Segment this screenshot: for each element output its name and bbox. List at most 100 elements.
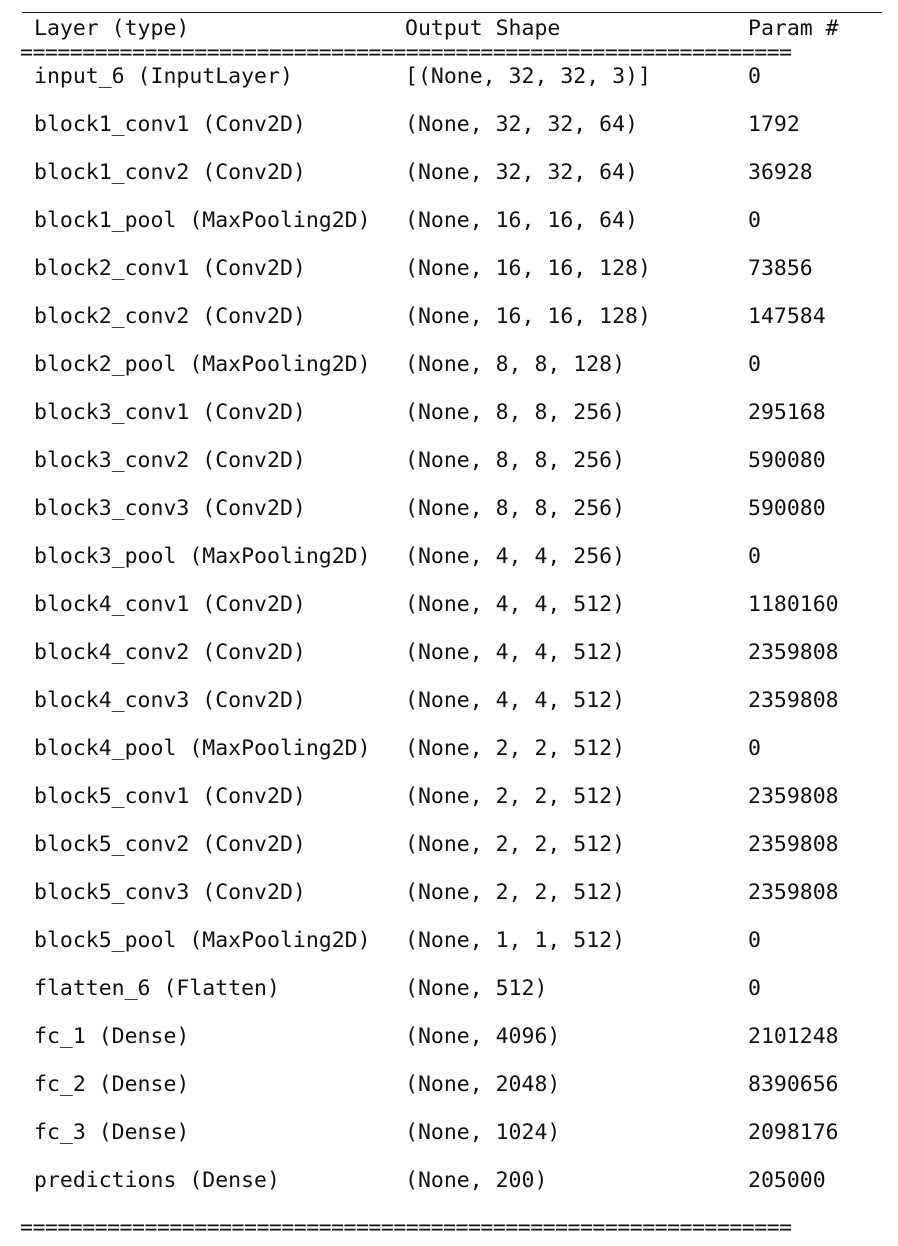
layer-table-body: input_6 (InputLayer) [(None, 32, 32, 3)] 0… [0,62,898,1214]
layer-param-count: 0 [748,736,761,761]
layer-name: block3_conv2 (Conv2D) [34,448,306,473]
header-layer-type: Layer (type) [34,16,190,41]
layer-name: block3_pool (MaxPooling2D) [34,544,371,569]
layer-param-count: 590080 [748,496,826,521]
layer-output-shape: (None, 4096) [405,1024,561,1049]
table-row: block4_pool (MaxPooling2D) (None, 2, 2, 5… [0,734,898,782]
layer-output-shape: (None, 4, 4, 512) [405,640,626,665]
layer-name: predictions (Dense) [34,1168,280,1193]
layer-param-count: 2098176 [748,1120,839,1145]
layer-name: block2_conv1 (Conv2D) [34,256,306,281]
layer-name: block2_pool (MaxPooling2D) [34,352,371,377]
table-row: block1_conv1 (Conv2D) (None, 32, 32, 64) 1… [0,110,898,158]
layer-name: block3_conv1 (Conv2D) [34,400,306,425]
layer-output-shape: (None, 8, 8, 256) [405,448,626,473]
table-row: block5_conv1 (Conv2D) (None, 2, 2, 512) 23… [0,782,898,830]
table-row: block1_conv2 (Conv2D) (None, 32, 32, 64) 3… [0,158,898,206]
layer-param-count: 147584 [748,304,826,329]
table-row: block2_conv1 (Conv2D) (None, 16, 16, 128)… [0,254,898,302]
layer-output-shape: (None, 32, 32, 64) [405,112,638,137]
layer-output-shape: (None, 200) [405,1168,548,1193]
layer-name: block1_pool (MaxPooling2D) [34,208,371,233]
table-row: block2_pool (MaxPooling2D) (None, 8, 8, 1… [0,350,898,398]
layer-name: input_6 (InputLayer) [34,64,293,89]
layer-param-count: 0 [748,208,761,233]
layer-param-count: 295168 [748,400,826,425]
layer-param-count: 73856 [748,256,813,281]
layer-name: block4_conv1 (Conv2D) [34,592,306,617]
top-rule [22,12,882,13]
layer-output-shape: (None, 512) [405,976,548,1001]
layer-param-count: 205000 [748,1168,826,1193]
layer-param-count: 2101248 [748,1024,839,1049]
header-separator: ========================================… [20,42,792,64]
header-param-count: Param # [748,16,839,41]
layer-output-shape: (None, 1, 1, 512) [405,928,626,953]
layer-output-shape: (None, 16, 16, 64) [405,208,638,233]
layer-output-shape: (None, 2, 2, 512) [405,736,626,761]
layer-output-shape: (None, 4, 4, 512) [405,592,626,617]
table-row: fc_1 (Dense) (None, 4096) 2101248 [0,1022,898,1070]
layer-param-count: 1180160 [748,592,839,617]
footer-separator: ========================================… [20,1217,792,1239]
layer-name: block5_conv3 (Conv2D) [34,880,306,905]
layer-output-shape: (None, 2048) [405,1072,561,1097]
layer-param-count: 2359808 [748,784,839,809]
layer-param-count: 0 [748,928,761,953]
table-row: block4_conv2 (Conv2D) (None, 4, 4, 512) 23… [0,638,898,686]
layer-output-shape: (None, 2, 2, 512) [405,784,626,809]
layer-output-shape: (None, 8, 8, 128) [405,352,626,377]
table-row: block5_pool (MaxPooling2D) (None, 1, 1, 5… [0,926,898,974]
layer-output-shape: (None, 2, 2, 512) [405,832,626,857]
table-row: block3_conv2 (Conv2D) (None, 8, 8, 256) 59… [0,446,898,494]
table-row: block3_conv3 (Conv2D) (None, 8, 8, 256) 59… [0,494,898,542]
table-row: block5_conv2 (Conv2D) (None, 2, 2, 512) 23… [0,830,898,878]
layer-output-shape: (None, 16, 16, 128) [405,304,651,329]
table-row: block1_pool (MaxPooling2D) (None, 16, 16,… [0,206,898,254]
layer-output-shape: (None, 8, 8, 256) [405,496,626,521]
table-row: block4_conv1 (Conv2D) (None, 4, 4, 512) 11… [0,590,898,638]
table-row: block4_conv3 (Conv2D) (None, 4, 4, 512) 23… [0,686,898,734]
layer-output-shape: (None, 16, 16, 128) [405,256,651,281]
header-output-shape: Output Shape [405,16,561,41]
layer-name: flatten_6 (Flatten) [34,976,280,1001]
table-header: Layer (type) Output Shape Param # [0,16,898,42]
layer-param-count: 590080 [748,448,826,473]
layer-param-count: 36928 [748,160,813,185]
layer-name: block4_conv3 (Conv2D) [34,688,306,713]
layer-output-shape: [(None, 32, 32, 3)] [405,64,651,89]
layer-name: block5_pool (MaxPooling2D) [34,928,371,953]
layer-param-count: 2359808 [748,688,839,713]
layer-name: block1_conv2 (Conv2D) [34,160,306,185]
layer-param-count: 2359808 [748,832,839,857]
layer-name: block2_conv2 (Conv2D) [34,304,306,329]
layer-name: fc_2 (Dense) [34,1072,190,1097]
layer-param-count: 0 [748,976,761,1001]
layer-output-shape: (None, 1024) [405,1120,561,1145]
layer-param-count: 2359808 [748,880,839,905]
table-row: flatten_6 (Flatten) (None, 512) 0 [0,974,898,1022]
layer-param-count: 1792 [748,112,800,137]
table-row: fc_3 (Dense) (None, 1024) 2098176 [0,1118,898,1166]
layer-param-count: 0 [748,64,761,89]
table-row: block3_conv1 (Conv2D) (None, 8, 8, 256) 29… [0,398,898,446]
layer-name: fc_3 (Dense) [34,1120,190,1145]
layer-output-shape: (None, 4, 4, 256) [405,544,626,569]
layer-output-shape: (None, 4, 4, 512) [405,688,626,713]
layer-name: block4_pool (MaxPooling2D) [34,736,371,761]
layer-output-shape: (None, 8, 8, 256) [405,400,626,425]
layer-name: block1_conv1 (Conv2D) [34,112,306,137]
table-row: block3_pool (MaxPooling2D) (None, 4, 4, 2… [0,542,898,590]
layer-name: block3_conv3 (Conv2D) [34,496,306,521]
layer-name: block4_conv2 (Conv2D) [34,640,306,665]
layer-output-shape: (None, 2, 2, 512) [405,880,626,905]
table-row: block5_conv3 (Conv2D) (None, 2, 2, 512) 23… [0,878,898,926]
layer-name: fc_1 (Dense) [34,1024,190,1049]
layer-name: block5_conv1 (Conv2D) [34,784,306,809]
table-row: fc_2 (Dense) (None, 2048) 8390656 [0,1070,898,1118]
layer-name: block5_conv2 (Conv2D) [34,832,306,857]
table-row: input_6 (InputLayer) [(None, 32, 32, 3)] 0 [0,62,898,110]
layer-param-count: 0 [748,352,761,377]
layer-param-count: 0 [748,544,761,569]
table-row: block2_conv2 (Conv2D) (None, 16, 16, 128)… [0,302,898,350]
